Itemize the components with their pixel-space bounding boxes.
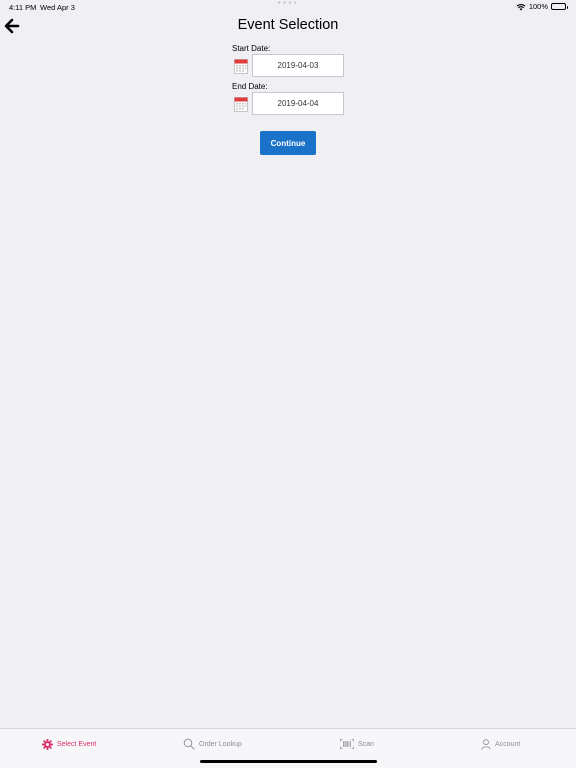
end-date-label: End Date: bbox=[232, 82, 268, 91]
person-icon bbox=[481, 738, 491, 750]
screen: 4:11 PM Wed Apr 3 • • • • 100% Event Sel… bbox=[0, 0, 576, 768]
start-date-input[interactable] bbox=[252, 54, 344, 77]
start-date-label: Start Date: bbox=[232, 44, 271, 53]
barcode-icon bbox=[340, 739, 354, 749]
tab-account[interactable]: Account bbox=[481, 737, 520, 751]
page-title: Event Selection bbox=[237, 17, 339, 33]
gear-icon bbox=[42, 738, 53, 750]
status-time: 4:11 PM bbox=[9, 3, 37, 12]
status-right: 100% bbox=[516, 2, 568, 11]
tab-label: Select Event bbox=[57, 740, 97, 748]
battery-percent: 100% bbox=[528, 2, 548, 11]
multitasking-dots: • • • • bbox=[278, 0, 298, 7]
end-date-input[interactable] bbox=[252, 92, 344, 115]
tab-label: Account bbox=[495, 740, 521, 748]
tab-label: Scan bbox=[358, 740, 374, 748]
wifi-icon bbox=[516, 3, 526, 11]
tab-label: Order Lookup bbox=[199, 740, 242, 748]
battery-icon bbox=[551, 3, 568, 10]
tab-order-lookup[interactable]: Order Lookup bbox=[183, 737, 242, 751]
continue-button[interactable]: Continue bbox=[260, 131, 316, 155]
status-date: Wed Apr 3 bbox=[40, 3, 75, 12]
search-icon bbox=[183, 738, 195, 750]
tab-scan[interactable]: Scan bbox=[340, 737, 374, 751]
calendar-icon[interactable] bbox=[234, 96, 248, 112]
tab-select-event[interactable]: Select Event bbox=[42, 737, 96, 751]
status-bar: 4:11 PM Wed Apr 3 • • • • 100% bbox=[0, 0, 576, 14]
calendar-icon[interactable] bbox=[234, 58, 248, 74]
home-indicator bbox=[200, 760, 377, 763]
